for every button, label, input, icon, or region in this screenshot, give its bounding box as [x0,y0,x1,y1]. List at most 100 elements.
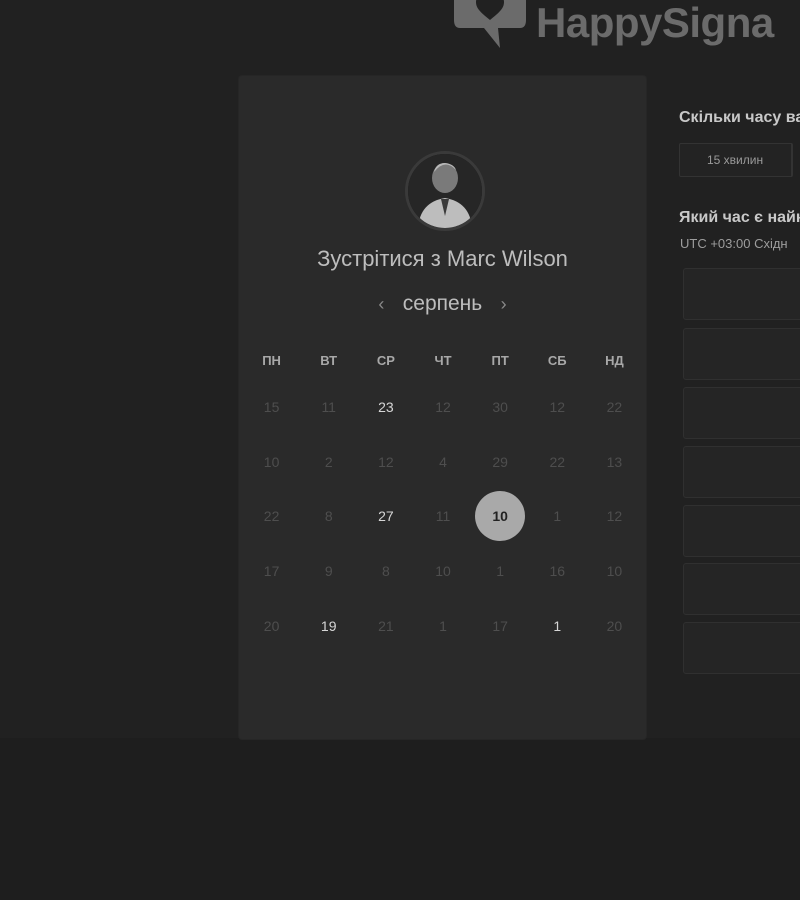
brand-logo[interactable] [454,0,526,60]
weekday-label: ПН [262,352,281,368]
time-slot[interactable] [683,268,800,320]
calendar-day: 1 [414,618,471,634]
time-slot[interactable] [683,328,800,380]
calendar-day-number: 10 [435,563,451,580]
calendar-day: 22 [243,508,300,524]
duration-option-label: 15 хвилин [707,153,764,167]
calendar-day-number: 22 [549,453,566,470]
heart-chat-icon [454,0,526,60]
calendar-day-number: 10 [263,453,280,470]
calendar-day-number: 15 [263,399,280,416]
timezone-label[interactable]: UTC +03:00 Східн [680,236,788,251]
calendar-day-number: 12 [549,399,566,416]
calendar-day-number: 16 [549,563,566,580]
calendar-day: 30 [472,399,529,415]
calendar-day-number: 9 [324,563,333,580]
scheduling-panel: Скільки часу ва 15 хвилин Який час є най… [679,0,800,738]
calendar-day: 12 [414,399,471,415]
calendar-day-number: 1 [496,563,505,580]
calendar-day-number: 8 [324,508,333,525]
calendar-day: 4 [414,454,471,470]
calendar-day: 20 [243,618,300,634]
calendar-day-number: 10 [606,563,623,580]
calendar-day: 12 [586,508,643,524]
calendar-day-number: 20 [606,617,623,634]
calendar-day: 15 [243,399,300,415]
calendar-day: 8 [357,563,414,579]
calendar-day[interactable]: 19 [300,618,357,634]
calendar-day-number: 21 [378,617,394,634]
calendar-day-number: 27 [378,508,394,525]
calendar-day: 10 [586,563,643,579]
weekday-label: ЧТ [434,352,452,368]
duration-question: Скільки часу ва [679,109,800,126]
calendar-day: 10 [243,454,300,470]
calendar-grid: ПН ВТ СР ЧТ ПТ СБ НД 15 11 23 12 30 12 22 10 2 12 4 29 22 1… [243,340,643,653]
calendar-day-number: 17 [263,563,280,580]
calendar-day[interactable]: 23 [357,399,414,415]
calendar-day-selected[interactable]: 10 [472,491,529,542]
calendar-day-number: 22 [606,399,623,416]
calendar-day: 22 [529,454,586,470]
duration-divider [791,143,792,177]
calendar-day: 13 [586,454,643,470]
calendar-day: 1 [529,508,586,524]
calendar-day-number: 2 [324,453,333,470]
time-slot[interactable] [683,387,800,439]
calendar-day-number: 12 [378,453,394,470]
calendar-day: 21 [357,618,414,634]
calendar-day: 9 [300,563,357,579]
calendar-day-number: 19 [320,617,337,634]
calendar-week-row: 10 2 12 4 29 22 13 [243,435,643,490]
calendar-day-number: 13 [606,453,623,470]
time-slot[interactable] [683,563,800,615]
booking-page: HappySigna Зустрітися з Marc Wilson ‹ се… [0,0,800,900]
calendar-day-number: 10 [475,491,526,542]
calendar-day-number: 22 [263,508,280,525]
calendar-week-row: 22 8 27 11 10 1 12 [243,489,643,544]
time-slot[interactable] [683,446,800,498]
weekday-header-row: ПН ВТ СР ЧТ ПТ СБ НД [243,340,643,380]
calendar-card: Зустрітися з Marc Wilson ‹ серпень › ПН В… [239,76,646,739]
time-slot[interactable] [683,622,800,674]
meeting-title: Зустрітися з Marc Wilson [317,246,568,271]
weekday-label: СБ [547,352,567,368]
calendar-day: 17 [472,618,529,634]
duration-option[interactable]: 15 хвилин [679,143,793,177]
calendar-day: 10 [414,563,471,579]
calendar-week-row: 15 11 23 12 30 12 22 [243,380,643,435]
calendar-day-number: 1 [553,617,562,634]
month-navigation: ‹ серпень › [239,292,646,316]
calendar-day-number: 11 [321,399,336,416]
calendar-day-number: 1 [553,508,562,525]
calendar-day-number: 1 [439,617,447,634]
chevron-left-icon[interactable]: ‹ [372,294,390,315]
calendar-day-number: 29 [492,453,508,470]
calendar-day: 17 [243,563,300,579]
weekday-label: НД [605,352,624,368]
calendar-day-number: 11 [435,508,451,525]
time-question: Який час є найк [679,209,800,226]
calendar-day-number: 20 [263,617,280,634]
avatar [405,151,485,231]
chevron-right-icon[interactable]: › [495,294,513,315]
calendar-day: 29 [472,454,529,470]
calendar-day-number: 30 [492,399,508,416]
calendar-day: 2 [300,454,357,470]
weekday-label: ВТ [320,352,338,368]
calendar-week-row: 20 19 21 1 17 1 20 [243,598,643,653]
calendar-day: 12 [357,454,414,470]
calendar-day: 1 [472,563,529,579]
calendar-day: 16 [529,563,586,579]
calendar-day-number: 12 [606,508,623,525]
calendar-day: 11 [414,508,471,524]
calendar-day-number: 23 [378,399,394,416]
calendar-day[interactable]: 1 [529,618,586,634]
time-slot[interactable] [683,505,800,557]
calendar-day[interactable]: 27 [357,508,414,524]
calendar-day: 20 [586,618,643,634]
calendar-day: 22 [586,399,643,415]
calendar-day: 11 [300,399,357,415]
calendar-day-number: 12 [435,399,451,416]
calendar-day: 8 [300,508,357,524]
